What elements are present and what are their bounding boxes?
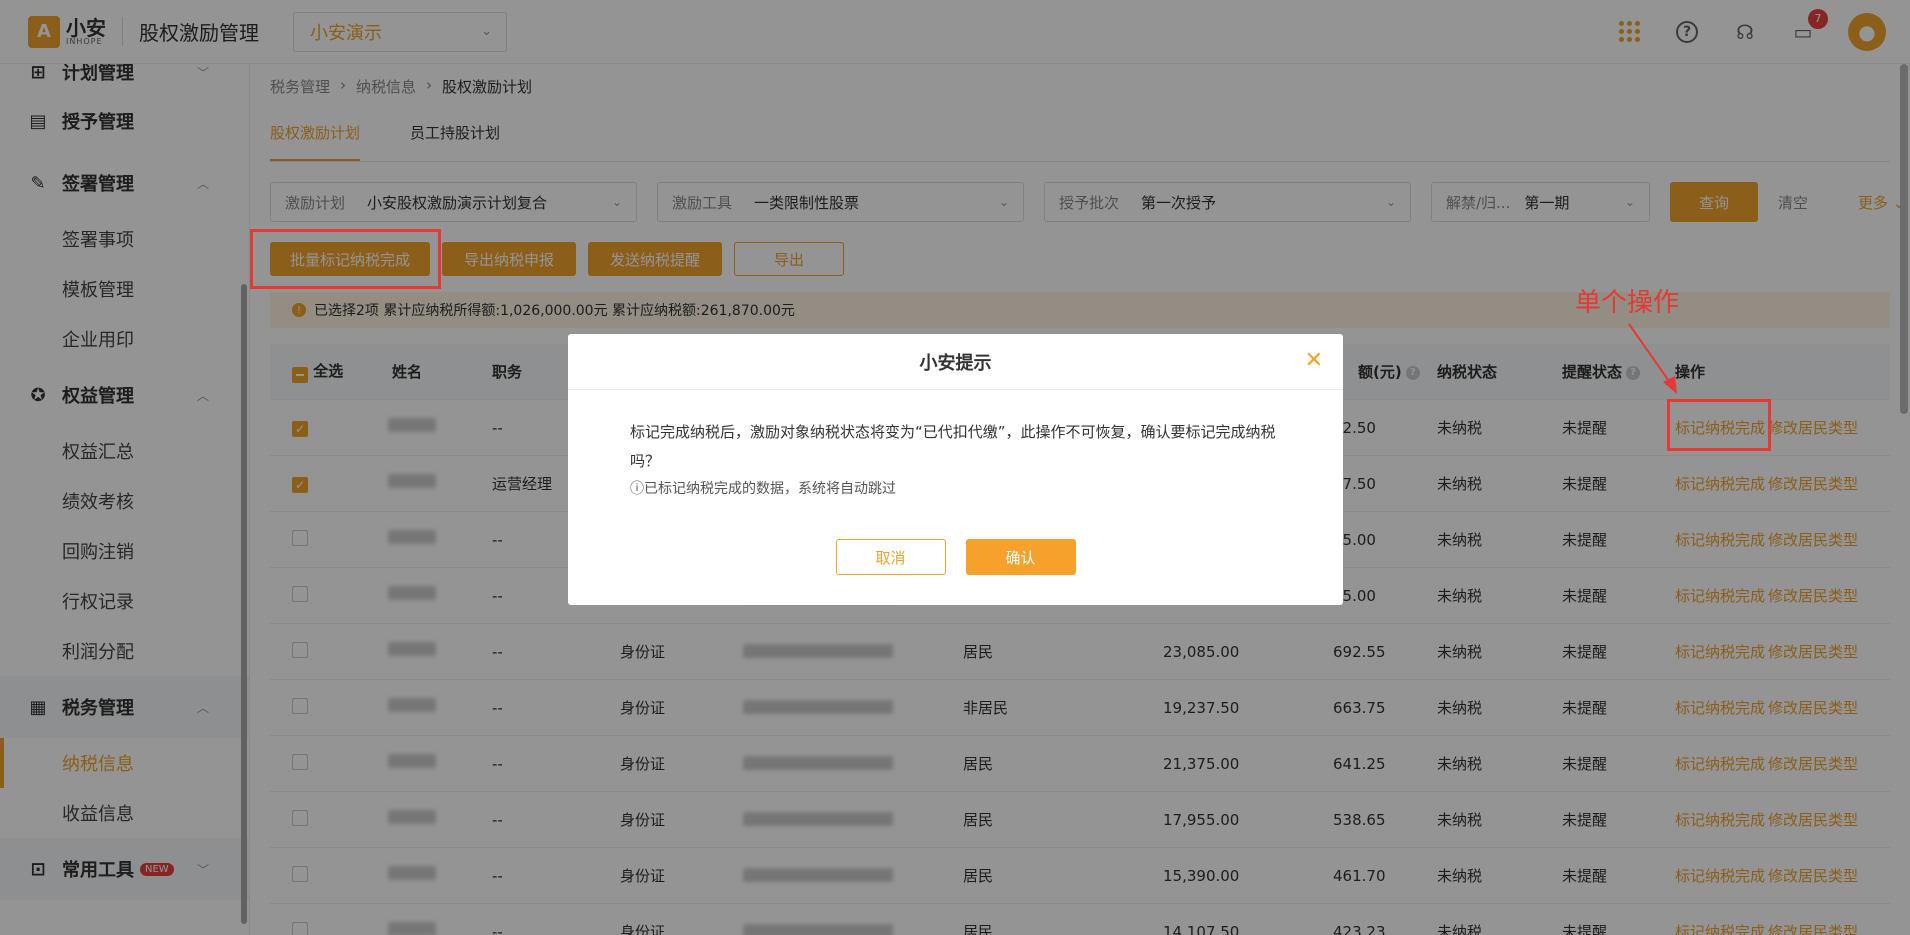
cancel-button[interactable]: 取消 (835, 539, 946, 575)
confirm-dialog: 小安提示 ✕ 标记完成纳税后，激励对象纳税状态将变为“已代扣代缴”，此操作不可恢… (568, 334, 1343, 605)
highlight-single-op (1667, 399, 1771, 451)
dialog-header: 小安提示 ✕ (568, 334, 1343, 390)
dialog-message: 标记完成纳税后，激励对象纳税状态将变为“已代扣代缴”，此操作不可恢复，确认要标记… (630, 423, 1276, 470)
dialog-note: ⓘ已标记纳税完成的数据，系统将自动跳过 (630, 481, 896, 497)
dialog-body: 标记完成纳税后，激励对象纳税状态将变为“已代扣代缴”，此操作不可恢复，确认要标记… (568, 390, 1343, 502)
annotation-text: 单个操作 (1575, 288, 1680, 318)
dialog-footer: 取消 确认 (568, 539, 1343, 575)
highlight-batch-mark (250, 229, 441, 289)
dialog-title: 小安提示 (919, 352, 992, 374)
confirm-button[interactable]: 确认 (965, 539, 1076, 575)
annotation-arrow-icon (1628, 323, 1677, 394)
close-icon[interactable]: ✕ (1305, 348, 1323, 373)
